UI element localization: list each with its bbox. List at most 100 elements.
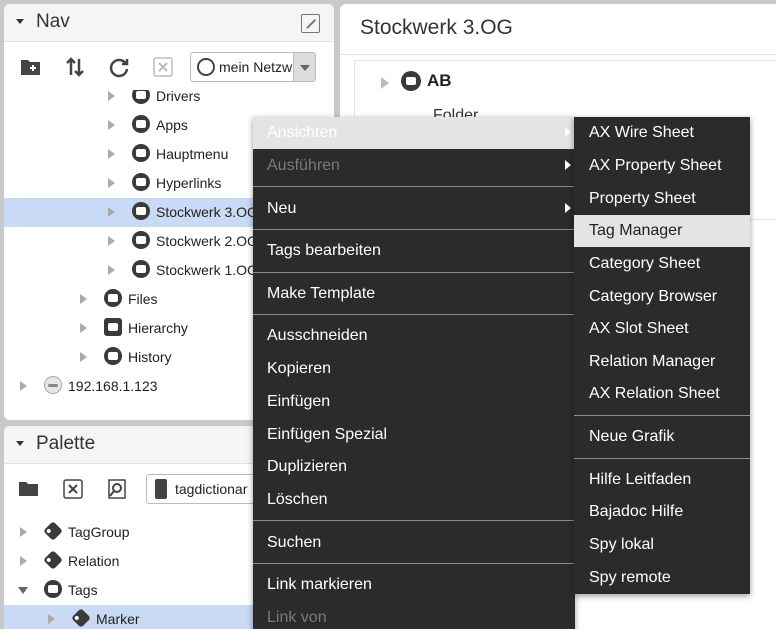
collapse-palette-icon[interactable] xyxy=(16,441,24,446)
menu-separator xyxy=(253,563,575,564)
menu-item-label: Kopieren xyxy=(267,360,332,377)
tree-label: Hauptmenu xyxy=(156,146,229,162)
refresh-icon[interactable] xyxy=(108,56,130,78)
module-select-value: tagdictionar xyxy=(175,481,248,497)
expand-icon[interactable] xyxy=(108,149,115,159)
menu-item-category-sheet[interactable]: Category Sheet xyxy=(574,248,750,280)
menu-item-relation-manager[interactable]: Relation Manager xyxy=(574,346,750,378)
expand-icon[interactable] xyxy=(20,527,27,537)
expand-icon[interactable] xyxy=(108,91,115,101)
new-folder-icon[interactable] xyxy=(20,56,42,78)
menu-item-category-browser[interactable]: Category Browser xyxy=(574,281,750,313)
menu-item-neue-grafik[interactable]: Neue Grafik xyxy=(574,421,750,453)
tree-label: Relation xyxy=(68,553,120,569)
maximize-icon[interactable] xyxy=(301,14,320,33)
open-folder-icon[interactable] xyxy=(18,478,40,500)
sort-icon[interactable] xyxy=(64,56,86,78)
expand-icon[interactable] xyxy=(20,556,27,566)
submenu-arrow-icon xyxy=(565,127,571,137)
folder-icon xyxy=(132,144,150,162)
expand-icon[interactable] xyxy=(381,77,389,89)
menu-item-label: Neue Grafik xyxy=(589,428,675,445)
tree-label: TagGroup xyxy=(68,524,130,540)
menu-separator xyxy=(253,272,575,273)
context-menu: Ansichten Ausführen Neu Tags bearbeiten … xyxy=(253,117,575,629)
menu-item-hilfe-leitfaden[interactable]: Hilfe Leitfaden xyxy=(574,464,750,496)
menu-item-einfuegen-spezial[interactable]: Einfügen Spezial xyxy=(253,419,575,451)
menu-item-label: Category Browser xyxy=(589,288,718,305)
collapse-nav-icon[interactable] xyxy=(16,19,24,24)
menu-item-link-markieren[interactable]: Link markieren xyxy=(253,569,575,601)
menu-item-label: Einfügen Spezial xyxy=(267,426,388,443)
menu-item-ausschneiden[interactable]: Ausschneiden xyxy=(253,320,575,352)
menu-item-make-template[interactable]: Make Template xyxy=(253,278,575,310)
menu-item-label: Ausschneiden xyxy=(267,327,368,344)
expand-icon[interactable] xyxy=(80,352,87,362)
nav-toolbar: mein Netzw xyxy=(4,42,334,90)
expand-icon[interactable] xyxy=(80,323,87,333)
expand-icon[interactable] xyxy=(108,178,115,188)
expand-icon[interactable] xyxy=(108,236,115,246)
menu-item-kopieren[interactable]: Kopieren xyxy=(253,353,575,385)
menu-item-label: Tag Manager xyxy=(589,222,683,239)
menu-item-ax-relation-sheet[interactable]: AX Relation Sheet xyxy=(574,378,750,410)
tree-label: Drivers xyxy=(156,90,201,104)
tree-label: Stockwerk 1.OG xyxy=(156,262,258,278)
menu-item-label: Relation Manager xyxy=(589,353,716,370)
menu-item-label: Ausführen xyxy=(267,157,340,174)
expand-icon[interactable] xyxy=(108,120,115,130)
tag-icon xyxy=(43,521,63,541)
expand-icon[interactable] xyxy=(80,294,87,304)
menu-item-spy-remote[interactable]: Spy remote xyxy=(574,562,750,594)
menu-separator xyxy=(574,415,750,416)
history-icon xyxy=(104,347,122,365)
menu-item-label: Suchen xyxy=(267,534,322,551)
menu-item-ax-property-sheet[interactable]: AX Property Sheet xyxy=(574,150,750,182)
menu-item-bajadoc-hilfe[interactable]: Bajadoc Hilfe xyxy=(574,496,750,528)
nav-title: Nav xyxy=(36,11,70,32)
menu-item-tag-manager[interactable]: Tag Manager xyxy=(574,215,750,247)
folder-icon xyxy=(132,260,150,278)
menu-item-ax-slot-sheet[interactable]: AX Slot Sheet xyxy=(574,313,750,345)
find-icon[interactable] xyxy=(106,478,128,500)
menu-item-suchen[interactable]: Suchen xyxy=(253,527,575,559)
expand-icon[interactable] xyxy=(108,207,115,217)
menu-item-label: AX Slot Sheet xyxy=(589,320,689,337)
expand-icon[interactable] xyxy=(20,381,27,391)
tree-label: History xyxy=(128,349,172,365)
menu-item-duplizieren[interactable]: Duplizieren xyxy=(253,451,575,483)
network-select[interactable]: mein Netzw xyxy=(190,52,316,82)
menu-item-ax-wire-sheet[interactable]: AX Wire Sheet xyxy=(574,117,750,149)
close-icon[interactable] xyxy=(152,56,174,78)
menu-item-loeschen[interactable]: Löschen xyxy=(253,484,575,516)
chevron-down-icon[interactable] xyxy=(293,53,315,81)
menu-item-label: Hilfe Leitfaden xyxy=(589,471,692,488)
menu-item-label: Category Sheet xyxy=(589,255,701,272)
collapse-icon[interactable] xyxy=(18,587,28,594)
menu-item-label: Tags bearbeiten xyxy=(267,242,381,259)
expand-icon[interactable] xyxy=(108,265,115,275)
menu-item-label: Neu xyxy=(267,200,297,217)
submenu-arrow-icon xyxy=(565,203,571,213)
menu-item-neu[interactable]: Neu xyxy=(253,193,575,225)
menu-item-property-sheet[interactable]: Property Sheet xyxy=(574,183,750,215)
network-select-value: mein Netzw xyxy=(219,59,293,75)
menu-item-ansichten[interactable]: Ansichten xyxy=(253,117,575,149)
menu-item-link-von[interactable]: Link von xyxy=(253,602,575,629)
menu-item-ausfuehren[interactable]: Ausführen xyxy=(253,150,575,182)
menu-item-tags-bearbeiten[interactable]: Tags bearbeiten xyxy=(253,235,575,267)
menu-item-einfuegen[interactable]: Einfügen xyxy=(253,386,575,418)
divider xyxy=(340,54,776,55)
submenu-arrow-icon xyxy=(565,160,571,170)
item-name[interactable]: AB xyxy=(427,71,452,91)
menu-item-label: AX Wire Sheet xyxy=(589,124,694,141)
page-title: Stockwerk 3.OG xyxy=(360,16,513,39)
menu-item-label: AX Property Sheet xyxy=(589,157,722,174)
menu-item-spy-lokal[interactable]: Spy lokal xyxy=(574,529,750,561)
apps-icon xyxy=(132,115,150,133)
expand-icon[interactable] xyxy=(48,614,55,624)
tree-label: 192.168.1.123 xyxy=(68,378,158,394)
tree-row-drivers[interactable]: Drivers xyxy=(4,90,334,111)
close-palette-icon[interactable] xyxy=(62,478,84,500)
tree-label: Stockwerk 3.OG xyxy=(156,204,258,220)
